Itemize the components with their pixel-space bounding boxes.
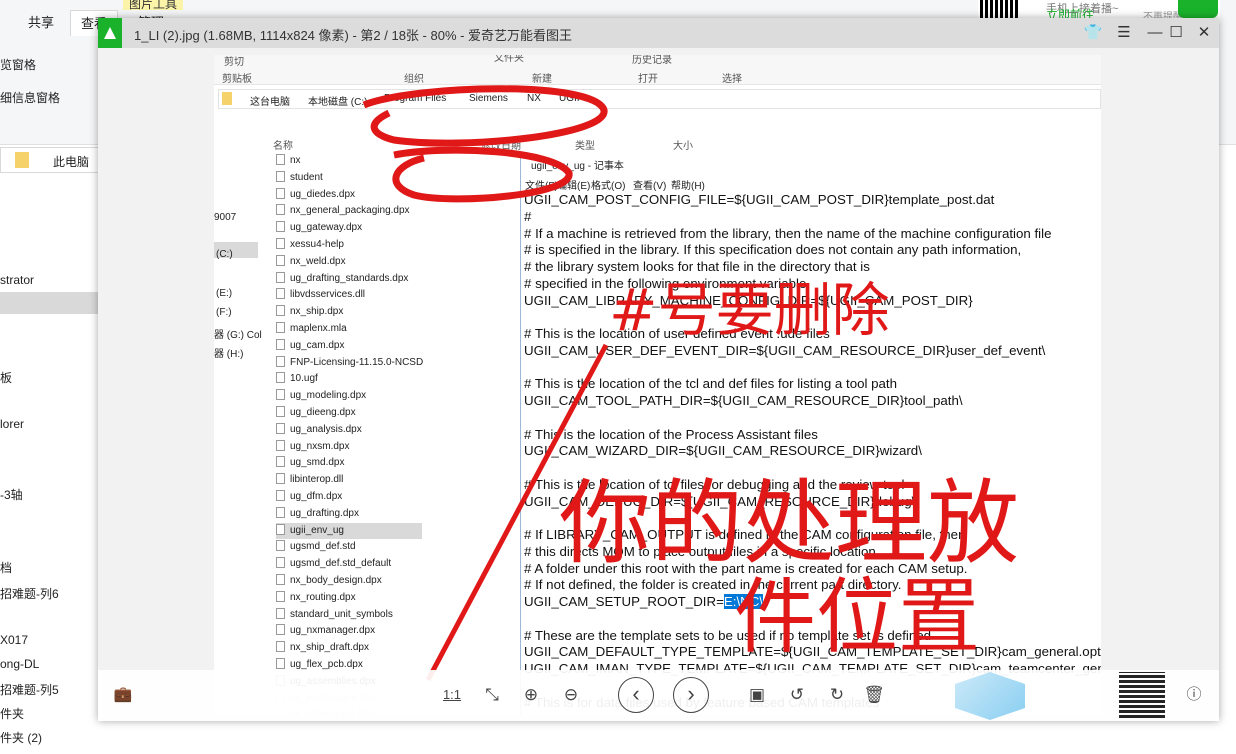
nav-item[interactable]: 档: [0, 559, 12, 576]
title-bar[interactable]: 1_LI (2).jpg (1.68MB, 1114x824 像素) - 第2 …: [98, 18, 1219, 48]
slideshow-icon[interactable]: ▣: [744, 682, 770, 708]
window-title: 1_LI (2).jpg (1.68MB, 1114x824 像素) - 第2 …: [134, 28, 573, 43]
zoom-in-icon[interactable]: ⊕: [518, 682, 544, 708]
nav-item[interactable]: X017: [0, 633, 28, 647]
address-bar[interactable]: 此电脑: [0, 147, 100, 173]
annotation-text: 件位置: [734, 570, 980, 665]
app-logo-icon: [98, 18, 122, 48]
folder-icon: [15, 152, 29, 168]
picture-tools-tab[interactable]: 图片工具: [123, 0, 183, 10]
image-viewer-window: 1_LI (2).jpg (1.68MB, 1114x824 像素) - 第2 …: [98, 18, 1219, 721]
nav-item[interactable]: ong-DL: [0, 657, 39, 671]
nav-item[interactable]: 板: [0, 369, 12, 386]
rotate-left-icon[interactable]: ↺: [784, 682, 810, 708]
ad-logo-icon: [1178, 0, 1218, 18]
tab-share[interactable]: 共享: [18, 10, 64, 36]
viewer-toolbar: 💼 1:1 ⤡ ⊕ ⊖ ‹ › ▣ ↺ ↻ 🗑 ⓘ: [98, 670, 1219, 721]
close-icon[interactable]: ✕: [1194, 23, 1214, 43]
annotation-text: #号要删除: [609, 276, 890, 344]
nav-item[interactable]: lorer: [0, 417, 24, 431]
next-image-button[interactable]: ›: [673, 677, 709, 713]
delete-icon[interactable]: 🗑: [861, 682, 887, 708]
annotation-circle-path: [362, 85, 608, 147]
qr-code-icon[interactable]: [1119, 672, 1165, 718]
info-icon[interactable]: ⓘ: [1181, 682, 1207, 708]
watermark-logo: [955, 672, 1025, 720]
minimize-icon[interactable]: —: [1145, 23, 1165, 43]
nav-item[interactable]: strator: [0, 273, 34, 287]
rotate-right-icon[interactable]: ↻: [824, 682, 850, 708]
displayed-image: 剪切 文件夹 历史记录 剪贴板 组织 新建 打开 选择 这台电脑 本地磁盘 (C…: [214, 55, 1101, 715]
menu-icon[interactable]: ☰: [1114, 23, 1134, 43]
skin-icon[interactable]: 👕: [1083, 23, 1103, 43]
annotation-circle-title: [392, 146, 573, 203]
nav-item[interactable]: 件夹: [0, 705, 24, 722]
nav-item[interactable]: 件夹 (2): [0, 729, 42, 746]
nav-item[interactable]: 招难题-列6: [0, 585, 59, 602]
details-pane-button[interactable]: 细信息窗格: [0, 89, 60, 106]
fit-window-icon[interactable]: ⤡: [479, 682, 505, 708]
maximize-icon[interactable]: ☐: [1166, 23, 1186, 43]
red-annotations: #号要删除 你的处理放 件位置: [362, 85, 1019, 682]
briefcase-icon[interactable]: 💼: [110, 682, 136, 708]
zoom-out-icon[interactable]: ⊖: [558, 682, 584, 708]
preview-pane-button[interactable]: 览窗格: [0, 56, 36, 73]
previous-image-button[interactable]: ‹: [618, 677, 654, 713]
nav-item[interactable]: 招难题-列5: [0, 681, 59, 698]
nav-item-selected[interactable]: [0, 292, 100, 314]
nav-item[interactable]: -3轴: [0, 486, 23, 503]
annotation-text: 你的处理放: [559, 470, 1019, 577]
address-text: 此电脑: [53, 155, 90, 169]
actual-size-button[interactable]: 1:1: [439, 682, 465, 708]
